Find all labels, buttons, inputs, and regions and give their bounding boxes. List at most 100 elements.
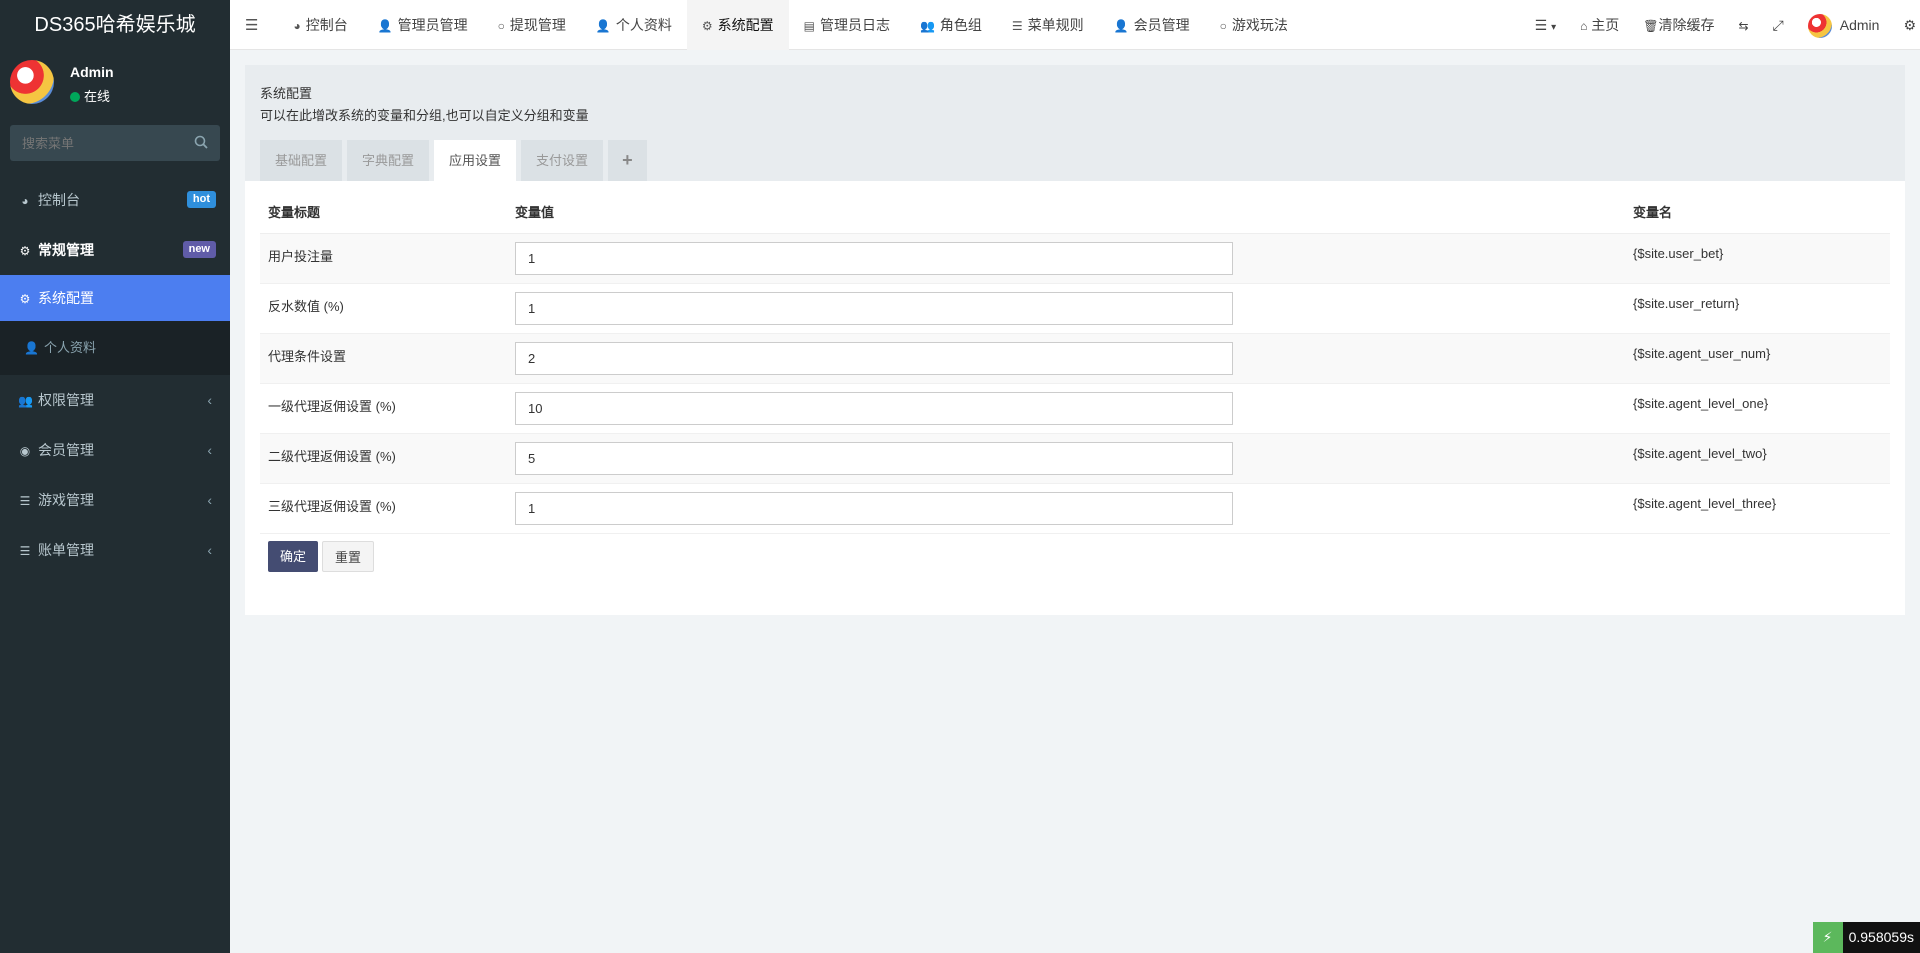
variable-value-input[interactable]	[515, 491, 1233, 525]
home-icon: ⌂	[1580, 19, 1588, 33]
more-dropdown[interactable]: ☰ ▾	[1523, 0, 1568, 50]
tab-payment-settings[interactable]: 支付设置	[521, 140, 604, 181]
variable-value-cell	[507, 433, 1625, 484]
app-logo[interactable]: DS365哈希娱乐城	[0, 0, 230, 50]
tab-withdraw[interactable]: ○ 提现管理	[483, 0, 581, 50]
debug-logo-icon[interactable]: ⚡	[1812, 922, 1843, 953]
hot-badge: hot	[186, 191, 216, 208]
variable-value-cell	[507, 283, 1625, 334]
sidebar-item-profile[interactable]: 👤 个人资料	[0, 321, 230, 375]
tab-system-config[interactable]: ⚙ 系统配置	[686, 0, 789, 50]
sidebar-toggle[interactable]: ☰	[230, 0, 278, 50]
tab-game-play[interactable]: ○ 游戏玩法	[1205, 0, 1303, 50]
variable-value-input[interactable]	[515, 241, 1233, 275]
sidebar-item-bills[interactable]: ☰ 账单管理 ‹	[0, 525, 230, 575]
variable-value-input[interactable]	[515, 341, 1233, 375]
chevron-left-icon: ‹	[207, 442, 212, 458]
variable-name: {$site.agent_level_one}	[1625, 383, 1890, 434]
sidebar-item-members[interactable]: ◉ 会员管理 ‹	[0, 425, 230, 475]
config-tabs: 基础配置 字典配置 应用设置 支付设置 +	[260, 140, 652, 181]
column-header: 变量值	[507, 191, 1625, 234]
table-row: 代理条件设置 {$site.agent_user_num}	[260, 333, 1890, 384]
sidebar-item-permissions[interactable]: 👥 权限管理 ‹	[0, 375, 230, 425]
list-alt-icon: ▤	[803, 19, 815, 33]
sidebar-item-system-config[interactable]: ⚙ 系统配置	[0, 275, 230, 321]
chevron-left-icon: ‹	[207, 492, 212, 508]
user-panel: Admin 在线	[0, 50, 230, 122]
tab-app-settings[interactable]: 应用设置	[434, 140, 517, 181]
tab-label: 控制台	[305, 17, 348, 33]
variable-value-cell	[507, 233, 1625, 284]
tab-admin-log[interactable]: ▤ 管理员日志	[789, 0, 905, 50]
reset-button[interactable]: 重置	[322, 541, 375, 572]
dashboard-icon: ◕	[21, 194, 29, 208]
search-input[interactable]	[10, 125, 180, 161]
circle-icon: ○	[1219, 19, 1227, 33]
language-button[interactable]: ⇆	[1726, 0, 1760, 50]
tab-menu-rules[interactable]: ☰ 菜单规则	[997, 0, 1099, 50]
tab-dictionary-config[interactable]: 字典配置	[347, 140, 430, 181]
avatar	[10, 60, 54, 104]
variable-title: 三级代理返佣设置 (%)	[260, 483, 507, 534]
language-icon: ⇆	[1738, 19, 1749, 33]
tab-member-manage[interactable]: 👤 会员管理	[1099, 0, 1205, 50]
table-row: 一级代理返佣设置 (%) {$site.agent_level_one}	[260, 383, 1890, 434]
variable-value-cell	[507, 333, 1625, 384]
users-icon: 👥	[18, 394, 33, 408]
clear-cache-button[interactable]: 🗑清除缓存	[1631, 0, 1726, 50]
page-title: 系统配置	[260, 86, 313, 101]
column-header: 变量标题	[260, 191, 507, 234]
variable-name: {$site.agent_level_three}	[1625, 483, 1890, 534]
list-icon: ☰	[19, 544, 31, 558]
column-header: 变量名	[1625, 191, 1890, 234]
variable-value-cell	[507, 483, 1625, 534]
avatar	[1807, 14, 1832, 39]
admin-menu[interactable]: Admin	[1796, 0, 1892, 50]
sidebar-item-label: 控制台	[38, 192, 80, 208]
sidebar-item-games[interactable]: ☰ 游戏管理 ‹	[0, 475, 230, 525]
fullscreen-button[interactable]: ⤢	[1761, 0, 1796, 50]
user-icon: 👤	[377, 19, 393, 33]
home-link[interactable]: ⌂ 主页	[1568, 0, 1631, 50]
users-icon: 👥	[919, 19, 935, 33]
variable-name: {$site.agent_level_two}	[1625, 433, 1890, 484]
user-name: Admin	[70, 64, 114, 80]
tab-label: 管理员日志	[819, 17, 890, 33]
tab-profile[interactable]: 👤 个人资料	[581, 0, 687, 50]
tab-role-group[interactable]: 👥 角色组	[905, 0, 997, 50]
sidebar-item-label: 游戏管理	[38, 492, 94, 508]
trash-icon: 🗑	[1643, 19, 1659, 33]
cogs-icon: ⚙	[1903, 17, 1916, 33]
settings-button[interactable]: ⚙	[1891, 0, 1920, 50]
user-status: 在线	[70, 86, 110, 105]
sidebar-item-general[interactable]: ⚙ 常规管理 new	[0, 225, 230, 275]
sidebar-item-label: 个人资料	[44, 340, 97, 355]
caret-down-icon: ▾	[1551, 22, 1557, 33]
sidebar-item-dashboard[interactable]: ◕ 控制台 hot	[0, 175, 230, 225]
expand-icon: ⤢	[1772, 17, 1784, 33]
variable-value-cell	[507, 383, 1625, 434]
list-icon: ☰	[19, 494, 31, 508]
variable-value-input[interactable]	[515, 391, 1233, 425]
tab-dashboard[interactable]: ◕ 控制台	[278, 0, 362, 50]
tab-label: 菜单规则	[1027, 17, 1084, 33]
top-navbar: ☰ ◕ 控制台 👤 管理员管理 ○ 提现管理 👤 个人资料 ⚙ 系统配置 ▤ 管理员日志 👥…	[230, 0, 1920, 50]
top-right-nav: ☰ ▾ ⌂ 主页 🗑清除缓存 ⇆ ⤢ Admin ⚙	[1523, 0, 1920, 50]
table-row: 二级代理返佣设置 (%) {$site.agent_level_two}	[260, 433, 1890, 484]
variable-value-input[interactable]	[515, 291, 1233, 325]
runtime-value[interactable]: 0.958059s	[1842, 922, 1920, 953]
tab-basic-config[interactable]: 基础配置	[260, 140, 343, 181]
bars-icon: ☰	[245, 17, 259, 34]
tab-label: 提现管理	[509, 17, 566, 33]
sidebar-item-label: 权限管理	[38, 392, 94, 408]
tab-admin-manage[interactable]: 👤 管理员管理	[363, 0, 483, 50]
confirm-button[interactable]: 确定	[268, 541, 319, 572]
search-icon[interactable]	[194, 135, 208, 149]
variable-value-input[interactable]	[515, 441, 1233, 475]
sidebar-item-label: 账单管理	[38, 542, 94, 558]
tab-label: 游戏玩法	[1231, 17, 1288, 33]
add-group-button[interactable]: +	[608, 140, 647, 181]
table-row: 用户投注量 {$site.user_bet}	[260, 233, 1890, 284]
tab-label: 管理员管理	[397, 17, 468, 33]
tab-label: 个人资料	[615, 17, 672, 33]
